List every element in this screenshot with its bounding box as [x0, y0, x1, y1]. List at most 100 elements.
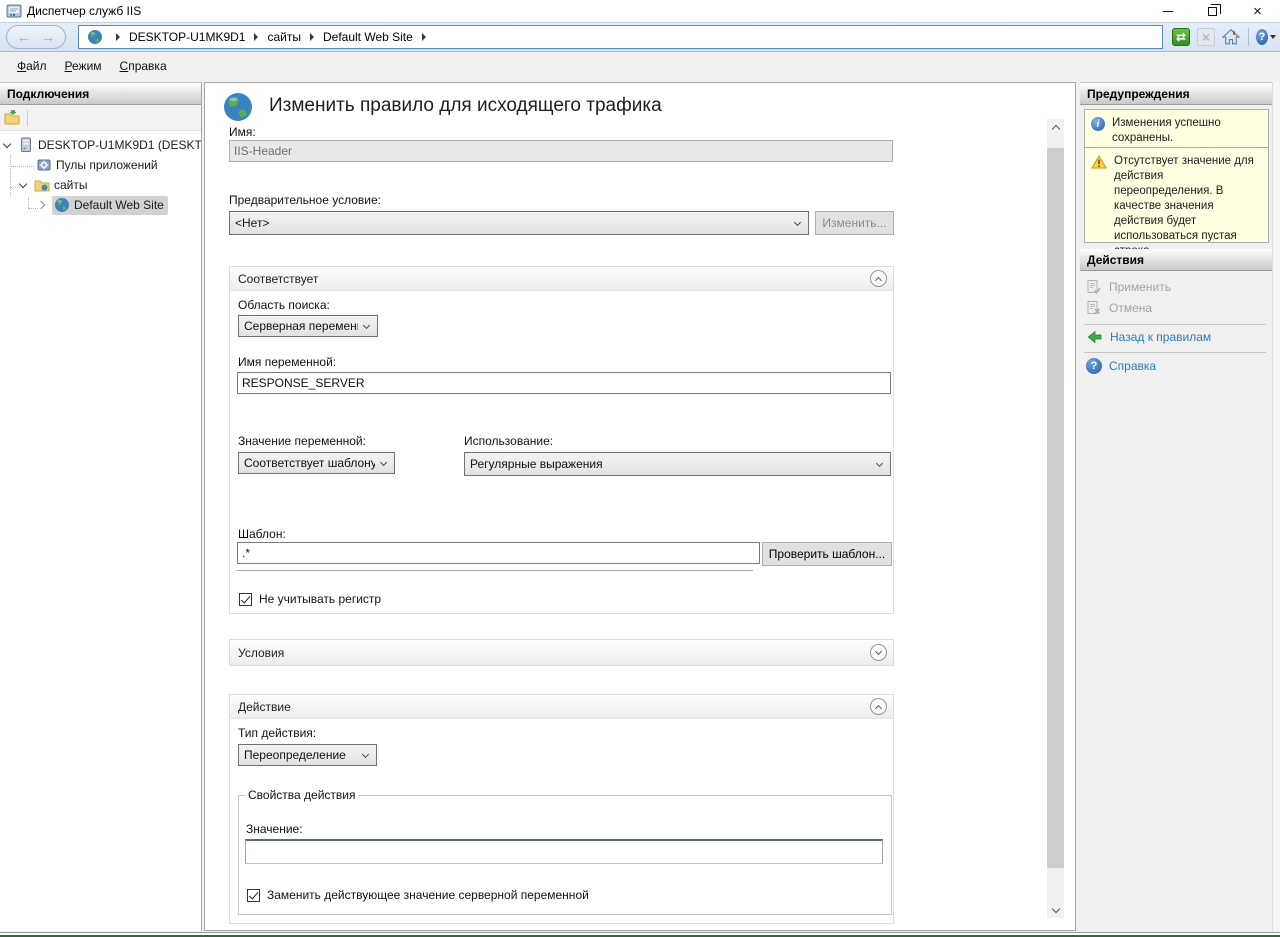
chevron-down-icon [876, 459, 883, 466]
variable-name-input[interactable] [237, 372, 891, 394]
precondition-select[interactable]: <Нет> [229, 211, 809, 235]
chevron-down-icon [362, 750, 369, 757]
save-connection-icon[interactable] [4, 110, 20, 126]
value-label: Значение: [246, 822, 303, 836]
menu-help[interactable]: Справка [111, 55, 176, 77]
breadcrumb-item-site[interactable]: Default Web Site [323, 30, 413, 44]
tree-item-sites[interactable]: сайты [0, 175, 201, 195]
cancel-action: Отмена [1086, 300, 1152, 316]
help-menu-button[interactable]: ? [1256, 27, 1276, 47]
connections-toolbar [0, 105, 201, 131]
chevron-collapsed-icon[interactable] [37, 201, 45, 209]
ignore-case-checkbox[interactable] [239, 593, 252, 606]
replace-value-checkbox[interactable] [247, 889, 260, 902]
back-icon: ← [17, 30, 31, 44]
test-pattern-button[interactable]: Проверить шаблон... [762, 542, 892, 566]
sites-folder-icon [34, 177, 50, 193]
action-section-header[interactable]: Действие [230, 695, 893, 719]
collapse-section-icon[interactable] [870, 270, 887, 287]
breadcrumb-arrow-icon [254, 33, 258, 41]
separator [1084, 324, 1266, 325]
action-type-select[interactable]: Переопределение [238, 744, 377, 766]
pattern-input[interactable] [237, 542, 760, 564]
breadcrumb[interactable]: DESKTOP-U1MK9D1 сайты Default Web Site [78, 25, 1163, 49]
conditions-section: Условия [229, 639, 894, 666]
chevron-down-icon [363, 321, 370, 328]
help-link[interactable]: Справка [1109, 359, 1156, 373]
chevron-up-icon [1051, 125, 1059, 133]
action-properties-legend: Свойства действия [245, 788, 358, 802]
tree-item-server[interactable]: DESKTOP-U1MK9D1 (DESKTOP [0, 135, 201, 155]
tree-item-label: Пулы приложений [56, 158, 158, 172]
home-button[interactable] [1221, 27, 1241, 47]
restore-button[interactable] [1190, 0, 1235, 22]
chevron-down-icon [1051, 904, 1059, 912]
minimize-button[interactable] [1145, 0, 1190, 22]
scrollbar-thumb[interactable] [1047, 148, 1064, 868]
restart-button[interactable]: ⇄ [1171, 27, 1191, 47]
stop-icon: × [1197, 28, 1215, 46]
globe-icon [87, 29, 103, 45]
page-globe-icon [222, 91, 254, 123]
rule-name-input [229, 140, 893, 162]
alert-text: Отсутствует значение для действия переоп… [1114, 154, 1264, 236]
scroll-up-button[interactable] [1047, 119, 1064, 136]
chevron-expanded-icon[interactable] [3, 139, 11, 147]
back-to-rules-link[interactable]: Назад к правилам [1110, 330, 1211, 344]
home-icon [1222, 28, 1240, 46]
panel-scrollbar-track[interactable] [1272, 82, 1280, 931]
main-scrollbar[interactable] [1047, 119, 1064, 918]
site-globe-icon [54, 197, 70, 213]
breadcrumb-item-server[interactable]: DESKTOP-U1MK9D1 [129, 30, 245, 44]
match-section: Соответствует Область поиска: Серверная … [229, 266, 894, 614]
breadcrumb-arrow-icon [116, 33, 120, 41]
tree-item-label: Default Web Site [74, 198, 164, 212]
help-action[interactable]: ? Справка [1086, 358, 1156, 374]
chevron-down-icon [1270, 35, 1276, 39]
replace-value-label: Заменить действующее значение серверной … [267, 888, 589, 902]
iis-manager-window: Диспетчер служб IIS × ← → DESKTOP-U1MK9D… [0, 0, 1280, 937]
connections-tree: DESKTOP-U1MK9D1 (DESKTOP Пулы приложений… [0, 131, 201, 215]
operation-select[interactable]: Соответствует шаблону [238, 452, 395, 474]
alert-warning: Отсутствует значение для действия переоп… [1084, 147, 1269, 243]
toolbar-separator [1248, 28, 1249, 46]
window-title: Диспетчер служб IIS [27, 4, 141, 18]
back-arrow-icon [1086, 329, 1103, 345]
using-label: Использование: [464, 434, 553, 448]
chevron-down-icon [794, 218, 801, 225]
action-section: Действие Тип действия: Переопределение С… [229, 694, 894, 924]
apply-action: Применить [1086, 279, 1171, 295]
content-area: Подключения DESKTOP-U1MK9D1 (DESKTOP [0, 80, 1280, 933]
help-icon: ? [1086, 358, 1102, 374]
replace-value-row: Заменить действующее значение серверной … [247, 888, 589, 902]
focus-underline [237, 570, 753, 571]
actions-panel: Предупреждения i Изменения успешно сохра… [1080, 82, 1272, 931]
title-bar: Диспетчер служб IIS × [0, 0, 1280, 22]
breadcrumb-item-sites[interactable]: сайты [267, 30, 301, 44]
app-pools-icon [36, 157, 52, 173]
expand-section-icon[interactable] [870, 644, 887, 661]
menu-view[interactable]: Режим [56, 55, 111, 77]
menu-file[interactable]: Файл [8, 55, 56, 77]
scope-label: Область поиска: [238, 298, 330, 312]
value-input[interactable] [245, 839, 883, 864]
page-title: Изменить правило для исходящего трафика [269, 95, 662, 117]
close-button[interactable]: × [1235, 0, 1280, 22]
tree-item-app-pools[interactable]: Пулы приложений [0, 155, 201, 175]
cancel-icon [1086, 300, 1102, 316]
scope-select[interactable]: Серверная переменн [238, 315, 378, 337]
variable-name-label: Имя переменной: [238, 355, 336, 369]
minimize-icon [1163, 11, 1173, 12]
operation-label: Значение переменной: [238, 434, 366, 448]
back-to-rules-action[interactable]: Назад к правилам [1086, 329, 1211, 345]
tree-item-default-web-site[interactable]: Default Web Site [0, 195, 201, 215]
collapse-section-icon[interactable] [870, 698, 887, 715]
conditions-section-header[interactable]: Условия [230, 640, 893, 665]
using-select[interactable]: Регулярные выражения [464, 452, 891, 476]
iis-app-icon [6, 3, 22, 19]
match-section-header[interactable]: Соответствует [230, 267, 893, 291]
cancel-label: Отмена [1109, 301, 1152, 315]
ignore-case-row: Не учитывать регистр [239, 592, 381, 606]
scroll-down-button[interactable] [1047, 901, 1064, 918]
chevron-expanded-icon[interactable] [19, 179, 27, 187]
